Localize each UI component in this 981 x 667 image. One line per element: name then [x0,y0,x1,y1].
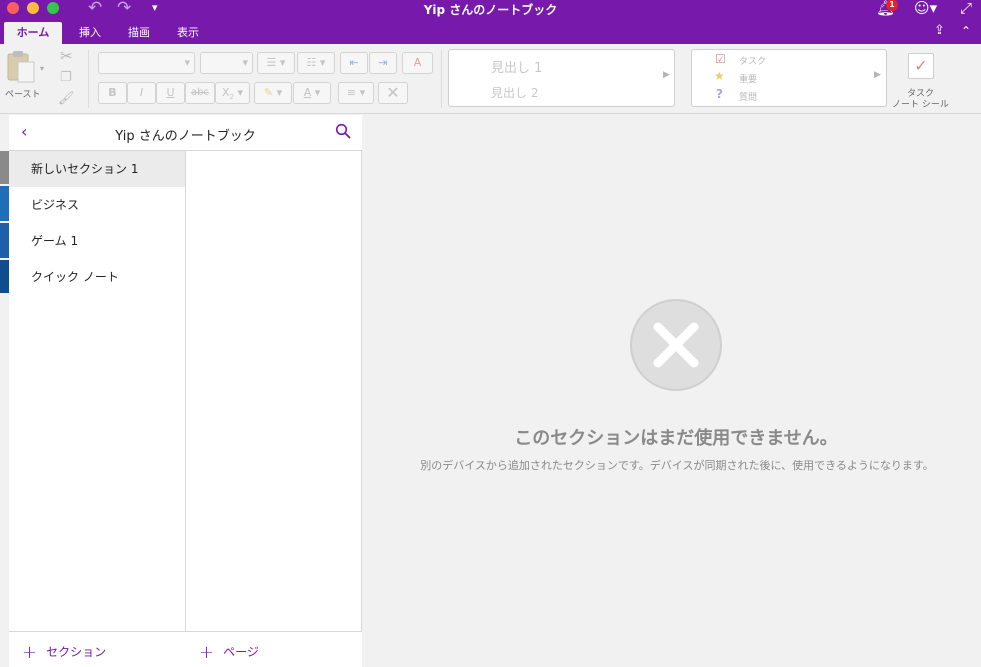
indent-icon: ⇥ [378,56,388,69]
section-item[interactable]: クイック ノート [9,259,185,295]
paste-label: ペースト [5,90,41,100]
section-item[interactable]: 新しいセクション 1 [9,151,185,187]
search-icon[interactable] [335,123,351,139]
copy-icon[interactable]: ❐ [60,70,72,85]
styles-gallery[interactable]: 見出し 1 見出し 2 ▶ [448,49,675,107]
tab-view[interactable]: 表示 [168,22,208,44]
section-item[interactable]: ゲーム 1 [9,223,185,259]
paste-dropdown-icon[interactable]: ▾ [40,64,44,73]
format-painter-icon[interactable]: 🖌︎ [58,91,75,106]
section-color-tab[interactable] [0,186,9,221]
notebook-title[interactable]: Yip さんのノートブック [9,125,362,144]
x-icon: ✕ [386,83,400,102]
window-title: Yip さんのノートブック [423,3,558,17]
styles-expand-arrow-icon[interactable]: ▶ [663,70,670,80]
pages-pane [186,151,362,667]
font-family-select[interactable]: ▾ [98,52,195,74]
tab-home[interactable]: ホーム [4,22,62,44]
strikethrough-button[interactable]: abc [185,82,215,104]
plus-icon: + [199,642,215,663]
checkmark-icon: ✓ [914,56,928,75]
increase-indent-button[interactable]: ⇥ [369,52,397,74]
section-color-tab[interactable] [0,260,9,293]
section-color-tab[interactable] [0,223,9,258]
highlighter-icon: ✎ [263,86,274,99]
add-section-button[interactable]: + セクション [22,642,106,663]
font-color-button[interactable]: A ▾ [293,82,331,104]
notebook-header: ‹ Yip さんのノートブック [9,115,362,151]
bullet-list-button[interactable]: ☰ ▾ [257,52,295,74]
tab-insert[interactable]: 挿入 [70,22,110,44]
bold-button[interactable]: B [98,82,127,104]
eraser-icon: A [413,56,422,69]
bullet-list-icon: ☰ ▾ [266,56,286,69]
paragraph-align-button[interactable]: ≡ ▾ [338,82,374,104]
error-heading: このセクションはまだ使用できません。 [514,428,838,449]
section-item[interactable]: ビジネス [9,187,185,223]
italic-button[interactable]: I [127,82,156,104]
star-icon: ★ [714,69,725,83]
numbered-list-button[interactable]: ☷ ▾ [297,52,335,74]
plus-icon: + [22,642,38,663]
share-icon[interactable]: ⇪ [934,23,945,39]
subscript-digit: 2 [229,93,234,102]
clipboard-icon [7,51,35,83]
todo-tag-button[interactable]: ✓ [908,53,934,79]
style-heading-2[interactable]: 見出し 2 [491,84,538,101]
section-tab-strip [0,293,9,667]
smiley-feedback-icon[interactable]: ☺▾ [914,0,937,16]
error-x-icon [630,299,722,391]
highlight-button[interactable]: ✎ ▾ [254,82,292,104]
sections-footer: + セクション [9,631,186,667]
section-color-tab[interactable] [0,151,9,184]
todo-tag-label-line2: ノート シール [892,100,949,110]
add-section-label: セクション [46,645,107,659]
collapse-ribbon-icon[interactable]: ⌃ [961,23,971,39]
page-canvas [363,115,981,667]
add-page-label: ページ [223,645,259,659]
subscript-letter: X [221,86,230,99]
underline-button[interactable]: U [156,82,185,104]
delete-button[interactable]: ✕ [378,82,408,104]
style-heading-1[interactable]: 見出し 1 [491,57,542,76]
checkbox-tag-icon: ☑ [715,52,726,66]
outdent-icon: ⇤ [349,56,359,69]
pages-footer: + ページ [186,631,362,667]
cut-icon[interactable]: ✂ [60,47,73,65]
tag-todo[interactable]: タスク [739,54,766,67]
decrease-indent-button[interactable]: ⇤ [340,52,368,74]
fullscreen-icon[interactable]: ⤢ [960,0,972,16]
error-description: 別のデバイスから追加されたセクションです。デバイスが同期された後に、使用できるよ… [420,459,934,472]
ribbon: ▾ ペースト ✂ ❐ 🖌︎ ▾ ▾ ☰ ▾ ☷ ▾ ⇤ ⇥ A B I U ab… [0,44,981,114]
align-left-icon: ≡ ▾ [346,86,366,99]
question-icon: ? [716,87,723,101]
clear-formatting-button[interactable]: A [402,52,433,74]
font-size-select[interactable]: ▾ [200,52,253,74]
add-page-button[interactable]: + ページ [199,642,259,663]
tags-gallery[interactable]: ☑ タスク ★ 重要 ? 質問 ▶ [691,49,887,107]
tag-question[interactable]: 質問 [739,90,757,103]
subscript-button[interactable]: X2 ▾ [215,82,250,104]
title-bar: ↶ ↷ ▾ Yip さんのノートブック 🔔︎ 1 ☺▾ ⤢ ホーム 挿入 描画 … [0,0,981,44]
tab-draw[interactable]: 描画 [119,22,159,44]
tags-expand-arrow-icon[interactable]: ▶ [874,70,881,80]
paste-button[interactable]: ▾ [6,50,44,90]
font-color-letter: A [303,86,312,99]
numbered-list-icon: ☷ ▾ [306,56,326,69]
tag-important[interactable]: 重要 [739,72,757,85]
